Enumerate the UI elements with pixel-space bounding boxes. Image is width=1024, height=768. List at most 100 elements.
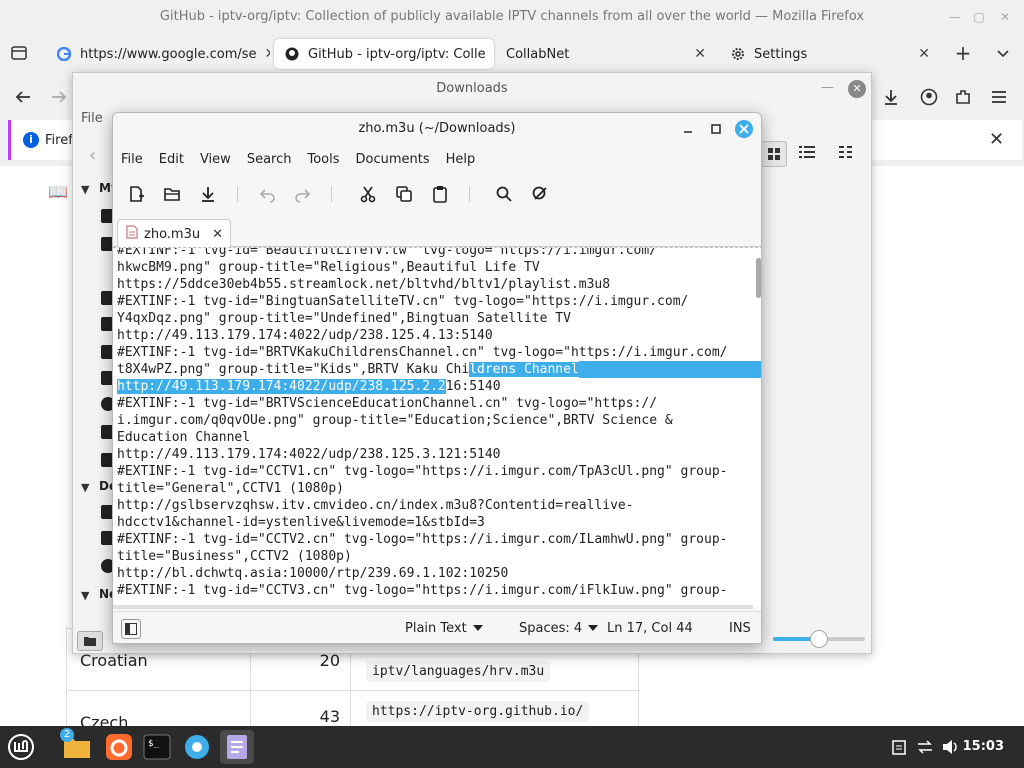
- close-icon[interactable]: ✕: [265, 46, 270, 62]
- menu-documents[interactable]: Documents: [348, 149, 438, 171]
- new-tab-icon[interactable]: +: [950, 40, 976, 66]
- mint-menu-icon[interactable]: [4, 730, 38, 764]
- cursor-position-label: Ln 17, Col 44: [607, 621, 693, 636]
- find-replace-icon[interactable]: [527, 181, 553, 207]
- selected-text: ldrens Channel: [469, 362, 579, 377]
- firefox-app-icon[interactable]: [102, 730, 136, 764]
- search-icon[interactable]: [491, 181, 517, 207]
- chevron-down-icon[interactable]: [990, 40, 1016, 66]
- code-line: http://gslbservzqhsw.itv.cmvideo.cn/inde…: [117, 498, 634, 513]
- language-label: Plain Text: [405, 621, 467, 636]
- forward-arrow-icon[interactable]: [46, 84, 72, 110]
- menu-edit[interactable]: Edit: [151, 149, 192, 171]
- minimize-icon[interactable]: [679, 120, 697, 138]
- caret-down-icon: [472, 621, 483, 636]
- tab-list-icon[interactable]: [6, 40, 32, 66]
- paste-icon[interactable]: [427, 181, 453, 207]
- close-icon[interactable]: ✕: [918, 46, 930, 62]
- caret-down-icon: [588, 621, 599, 636]
- hamburger-menu-icon[interactable]: [986, 84, 1012, 110]
- insert-mode[interactable]: INS: [729, 621, 751, 636]
- code-line: #EXTINF:-1 tvg-id="CCTV3.cn" tvg-logo="h…: [117, 583, 728, 598]
- minimize-icon[interactable]: —: [946, 8, 964, 26]
- compact-view-icon[interactable]: [839, 145, 853, 163]
- code-line: #EXTINF:-1 tvg-id="CCTV2.cn" tvg-logo="h…: [117, 532, 728, 547]
- open-folder-icon[interactable]: [159, 181, 185, 207]
- network-icon[interactable]: [916, 738, 934, 756]
- vertical-scrollbar[interactable]: [756, 258, 761, 298]
- chevron-left-icon[interactable]: ‹: [89, 145, 96, 166]
- list-view-icon[interactable]: [799, 145, 815, 163]
- back-arrow-icon[interactable]: [10, 84, 36, 110]
- tab-collabnet[interactable]: CollabNet ✕: [496, 39, 716, 69]
- text-editor-app-icon[interactable]: [220, 730, 254, 764]
- language-selector[interactable]: Plain Text: [405, 621, 483, 636]
- gedit-tabstrip: zho.m3u ✕: [113, 217, 761, 248]
- menu-view[interactable]: View: [192, 149, 239, 171]
- tab-width-selector[interactable]: Spaces: 4: [519, 621, 599, 636]
- minimize-icon[interactable]: —: [821, 80, 834, 95]
- extensions-icon[interactable]: [950, 84, 976, 110]
- save-download-icon[interactable]: [195, 181, 221, 207]
- google-icon: [56, 46, 72, 62]
- tab-document[interactable]: zho.m3u ✕: [117, 219, 231, 248]
- code-line: hdcctv1&channel-id=ystenlive&livemode=1&…: [117, 515, 485, 530]
- maximize-icon[interactable]: [707, 120, 725, 138]
- code-line: t8X4wPZ.png" group-title="Kids",BRTV Kak…: [117, 362, 470, 377]
- menu-tools[interactable]: Tools: [299, 149, 347, 171]
- text-file-icon: [126, 225, 138, 243]
- code-line: #EXTINF:-1 tvg-id="BeautifulLifeTV.tw" t…: [117, 247, 658, 258]
- clipboard-icon[interactable]: [890, 738, 908, 756]
- taskbar: 2 $_ 15:03: [0, 726, 1024, 768]
- document-text[interactable]: #EXTINF:-1 tvg-id="BeautifulLifeTV.tw" t…: [117, 247, 761, 599]
- code-line: #EXTINF:-1 tvg-id="CCTV1.cn" tvg-logo="h…: [117, 464, 728, 479]
- close-icon[interactable]: [735, 120, 753, 138]
- copy-icon[interactable]: [391, 181, 417, 207]
- tab-label: Settings: [754, 46, 808, 62]
- clock[interactable]: 15:03: [963, 739, 1004, 754]
- gear-icon: [730, 46, 746, 62]
- close-icon[interactable]: ✕: [694, 46, 706, 62]
- close-icon[interactable]: ✕: [996, 8, 1014, 26]
- icon-view-icon[interactable]: [761, 141, 787, 167]
- code-line: title="Business",CCTV2 (1080p): [117, 549, 352, 564]
- code-line: #EXTINF:-1 tvg-id="BingtuanSatelliteTV.c…: [117, 294, 689, 309]
- firefox-tabbar: https://www.google.com/se ✕ GitHub - ipt…: [0, 36, 1024, 72]
- undo-icon[interactable]: [255, 181, 281, 207]
- toolbar-separator: [237, 186, 238, 202]
- selection-fill: [578, 361, 761, 378]
- close-icon[interactable]: ✕: [848, 80, 866, 98]
- close-icon[interactable]: ✕: [212, 227, 223, 242]
- text-editor[interactable]: #EXTINF:-1 tvg-id="BeautifulLifeTV.tw" t…: [113, 247, 761, 609]
- zoom-slider[interactable]: [773, 630, 865, 648]
- folder-icon[interactable]: [77, 631, 103, 651]
- menu-file[interactable]: File: [113, 149, 151, 171]
- menu-help[interactable]: Help: [438, 149, 484, 171]
- cut-icon[interactable]: [355, 181, 381, 207]
- zoom-slider-knob[interactable]: [810, 630, 828, 648]
- volume-icon[interactable]: [942, 738, 960, 756]
- download-icon[interactable]: [878, 84, 904, 110]
- tab-github[interactable]: GitHub - iptv-org/iptv: Colle: [274, 39, 494, 69]
- side-panel-icon[interactable]: [121, 619, 141, 639]
- menu-file[interactable]: File: [81, 111, 103, 126]
- downloads-title: Downloads: [436, 81, 508, 96]
- tab-settings[interactable]: Settings ✕: [720, 39, 940, 69]
- menu-search[interactable]: Search: [239, 149, 300, 171]
- svg-text:$_: $_: [148, 739, 159, 749]
- tab-google[interactable]: https://www.google.com/se ✕: [46, 39, 270, 69]
- redo-icon[interactable]: [289, 181, 315, 207]
- gedit-window-title: zho.m3u (~/Downloads): [358, 121, 516, 136]
- account-icon[interactable]: [916, 84, 942, 110]
- horizontal-scrollbar[interactable]: [113, 605, 753, 609]
- cursor-position[interactable]: Ln 17, Col 44: [607, 621, 693, 636]
- book-icon: 📖: [48, 182, 68, 201]
- chevron-down-icon: ▼: [81, 589, 90, 602]
- maximize-icon[interactable]: ▢: [970, 8, 988, 26]
- close-icon[interactable]: ✕: [989, 129, 1004, 150]
- playlist-url[interactable]: https://iptv-org.github.io/: [366, 701, 590, 722]
- settings-app-icon[interactable]: [180, 730, 214, 764]
- new-document-icon[interactable]: [123, 181, 149, 207]
- playlist-url[interactable]: iptv/languages/hrv.m3u: [366, 661, 551, 682]
- terminal-app-icon[interactable]: $_: [140, 730, 174, 764]
